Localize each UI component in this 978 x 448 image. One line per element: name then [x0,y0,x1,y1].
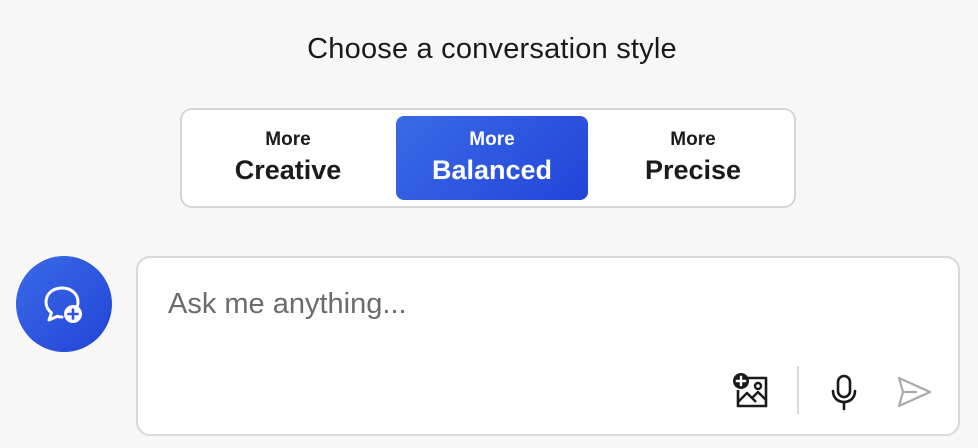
style-option-precise[interactable]: More Precise [596,116,790,200]
style-option-label: Balanced [431,155,553,185]
add-image-button[interactable] [728,368,776,416]
style-option-balanced[interactable]: More Balanced [396,116,588,200]
page-title: Choose a conversation style [307,33,677,65]
add-image-icon [733,373,768,408]
chat-input[interactable] [168,288,928,332]
style-option-prefix: More [265,129,311,150]
microphone-button[interactable] [820,368,868,416]
toolbar-divider [797,366,799,414]
style-option-label: Precise [644,155,742,185]
style-option-label: Creative [234,155,342,185]
conversation-style-picker: More Creative More Balanced More Precise [180,108,796,208]
microphone-icon [831,374,857,411]
style-option-prefix: More [469,129,515,150]
send-icon [897,376,932,408]
send-button[interactable] [890,368,938,416]
new-topic-icon [44,286,82,323]
new-topic-button[interactable] [16,256,112,352]
chat-input-box [136,256,960,436]
style-option-creative[interactable]: More Creative [190,116,386,200]
style-option-prefix: More [670,129,716,150]
